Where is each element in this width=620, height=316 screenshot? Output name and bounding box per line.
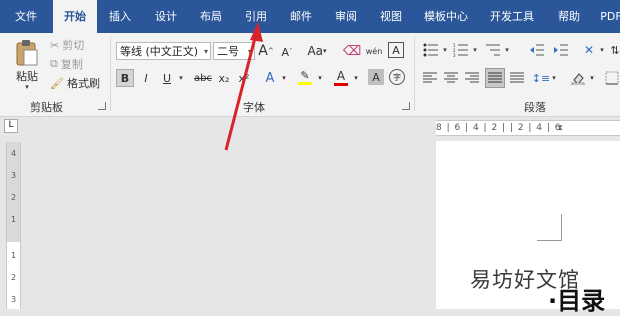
annotation-arrow [224, 22, 263, 151]
